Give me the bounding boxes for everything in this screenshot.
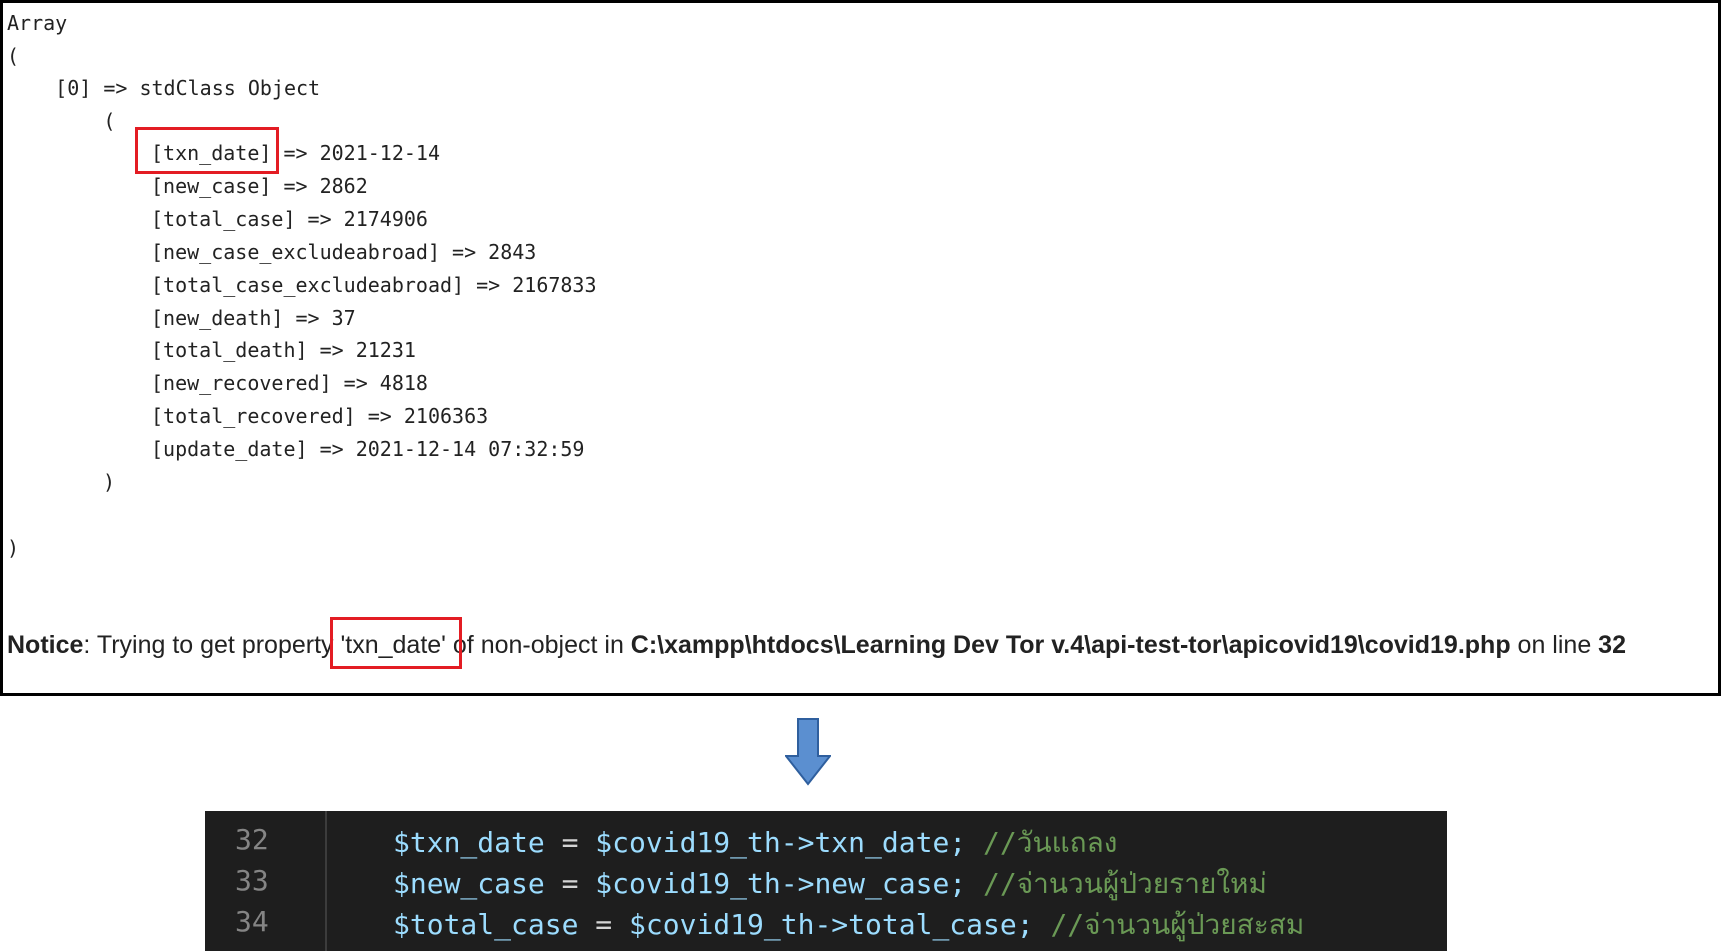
- line-number: 34: [235, 905, 269, 938]
- field-line: [new_death] => 37: [151, 306, 356, 330]
- field-line: [total_death] => 21231: [151, 338, 416, 362]
- code-line-33: $new_case = $covid19_th->new_case; //จ่า…: [393, 862, 1267, 906]
- code-variable: $txn_date: [393, 826, 545, 859]
- notice-text: : Trying to get property: [83, 631, 341, 659]
- close-paren: ): [7, 536, 20, 560]
- code-comment: //จ่านวนผู้ป่วยสะสม: [1033, 908, 1305, 941]
- code-operator: =: [544, 867, 596, 900]
- code-expression: $covid19_th->new_case;: [595, 867, 967, 900]
- property-highlight-box: [330, 617, 462, 669]
- close-paren: ): [103, 470, 116, 494]
- output-line: [0] => stdClass Object: [7, 76, 321, 100]
- notice-text: of non-object in: [445, 631, 631, 659]
- line-number-gutter: 32 33 34: [205, 811, 325, 951]
- notice-label: Notice: [7, 631, 84, 659]
- output-line: (: [7, 109, 116, 133]
- code-comment: //วันแถลง: [966, 826, 1118, 859]
- php-notice: Notice: Trying to get property 'txn_date…: [7, 631, 1626, 660]
- field-line: [new_case_excludeabroad] => 2843: [151, 240, 537, 264]
- arrow-down-icon: [785, 718, 831, 786]
- code-editor-snippet: 32 33 34 $txn_date = $covid19_th->txn_da…: [205, 811, 1447, 951]
- code-expression: $covid19_th->txn_date;: [595, 826, 967, 859]
- code-expression: $covid19_th->total_case;: [629, 908, 1034, 941]
- code-operator: =: [544, 826, 596, 859]
- field-line: [total_case_excludeabroad] => 2167833: [151, 273, 597, 297]
- code-variable: $new_case: [393, 867, 545, 900]
- field-line: [new_recovered] => 4818: [151, 371, 428, 395]
- gutter-divider: [325, 811, 327, 951]
- line-number: 32: [235, 823, 269, 856]
- notice-line-number: 32: [1598, 631, 1626, 659]
- code-operator: =: [578, 908, 630, 941]
- field-line: [update_date] => 2021-12-14 07:32:59: [151, 437, 585, 461]
- code-comment: //จ่านวนผู้ป่วยรายใหม่: [966, 867, 1267, 900]
- php-output-panel: Array ( [0] => stdClass Object ( [txn_da…: [0, 0, 1721, 696]
- line-number: 33: [235, 864, 269, 897]
- output-line: (: [7, 44, 20, 68]
- field-line: [new_case] => 2862: [151, 174, 368, 198]
- code-variable: $total_case: [393, 908, 579, 941]
- code-line-32: $txn_date = $covid19_th->txn_date; //วัน…: [393, 821, 1117, 865]
- output-line: Array: [7, 11, 68, 35]
- field-line: [total_case] => 2174906: [151, 207, 428, 231]
- txn-date-highlight-box: [135, 127, 279, 174]
- code-line-34: $total_case = $covid19_th->total_case; /…: [393, 903, 1304, 947]
- notice-text: on line: [1510, 631, 1599, 659]
- notice-file-path: C:\xampp\htdocs\Learning Dev Tor v.4\api…: [630, 631, 1511, 659]
- field-line: [total_recovered] => 2106363: [151, 404, 489, 428]
